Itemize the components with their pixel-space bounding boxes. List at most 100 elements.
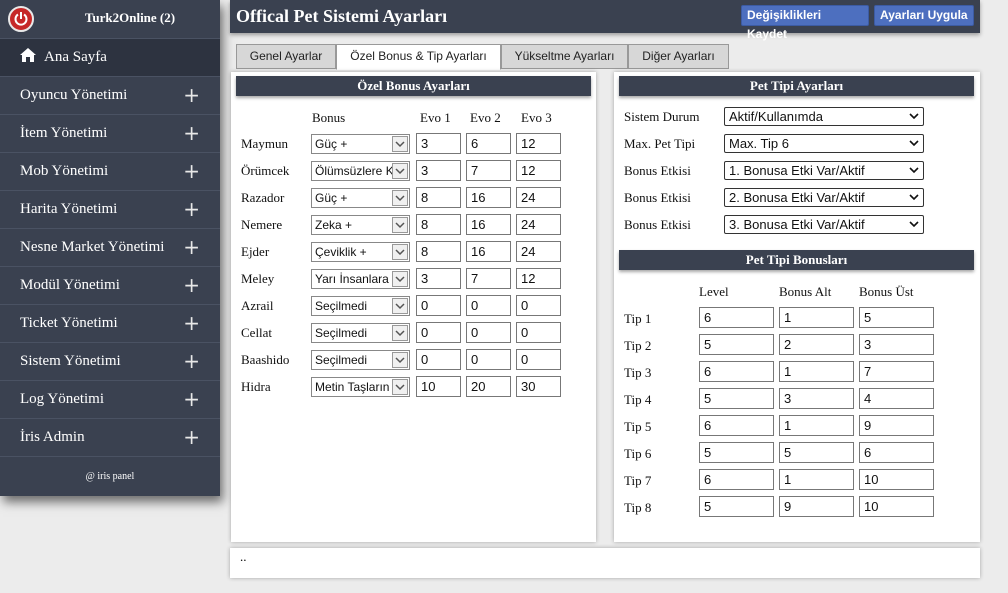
evo3-input[interactable]: 0 (516, 349, 561, 370)
evo3-input[interactable]: 24 (516, 241, 561, 262)
evo1-input[interactable]: 0 (416, 349, 461, 370)
level-input[interactable]: 5 (699, 388, 774, 409)
evo1-input[interactable]: 3 (416, 160, 461, 181)
tab-ozel-bonus[interactable]: Özel Bonus & Tip Ayarları (336, 44, 501, 70)
plus-icon[interactable]: + (183, 343, 200, 380)
level-input[interactable]: 6 (699, 307, 774, 328)
sidebar-item-label: Oyuncu Yönetimi (20, 87, 128, 103)
bonus-ust-input[interactable]: 10 (859, 469, 934, 490)
level-input[interactable]: 6 (699, 415, 774, 436)
sidebar-item-label: İtem Yönetimi (20, 125, 108, 141)
bonus-alt-input[interactable]: 3 (779, 388, 854, 409)
plus-icon[interactable]: + (183, 381, 200, 418)
sidebar-item-mob[interactable]: Mob Yönetimi + (0, 152, 220, 190)
plus-icon[interactable]: + (183, 267, 200, 304)
bonus-ust-input[interactable]: 6 (859, 442, 934, 463)
sidebar-item-item[interactable]: İtem Yönetimi + (0, 114, 220, 152)
bonus-effect-1-select[interactable]: 1. Bonusa Etki Var/Aktif (724, 161, 924, 180)
power-icon[interactable] (8, 6, 34, 32)
bonus-select[interactable]: Seçilmedi (311, 323, 410, 343)
evo1-input[interactable]: 8 (416, 214, 461, 235)
plus-icon[interactable]: + (183, 419, 200, 456)
evo2-input[interactable]: 6 (466, 133, 511, 154)
plus-icon[interactable]: + (183, 77, 200, 114)
evo3-input[interactable]: 12 (516, 160, 561, 181)
evo1-input[interactable]: 3 (416, 133, 461, 154)
bonus-ust-input[interactable]: 10 (859, 496, 934, 517)
level-input[interactable]: 5 (699, 496, 774, 517)
evo2-input[interactable]: 16 (466, 214, 511, 235)
tab-diger[interactable]: Diğer Ayarları (628, 44, 729, 69)
plus-icon[interactable]: + (183, 191, 200, 228)
evo3-input[interactable]: 24 (516, 187, 561, 208)
system-status-select[interactable]: Aktif/Kullanımda (724, 107, 924, 126)
bonus-ust-input[interactable]: 5 (859, 307, 934, 328)
evo2-input[interactable]: 0 (466, 322, 511, 343)
bonus-alt-input[interactable]: 1 (779, 307, 854, 328)
evo2-input[interactable]: 0 (466, 295, 511, 316)
evo2-input[interactable]: 7 (466, 268, 511, 289)
tab-genel-ayarlar[interactable]: Genel Ayarlar (236, 44, 336, 69)
bonus-select[interactable]: Ölümsüzlere K (311, 161, 410, 181)
bonus-select[interactable]: Seçilmedi (311, 296, 410, 316)
bonus-select[interactable]: Güç + (311, 134, 410, 154)
bonus-ust-input[interactable]: 9 (859, 415, 934, 436)
tab-yukseltme[interactable]: Yükseltme Ayarları (501, 44, 628, 69)
sidebar-item-iris-admin[interactable]: İris Admin + (0, 418, 220, 456)
level-input[interactable]: 5 (699, 442, 774, 463)
evo3-input[interactable]: 12 (516, 133, 561, 154)
evo2-input[interactable]: 16 (466, 241, 511, 262)
evo2-input[interactable]: 7 (466, 160, 511, 181)
bonus-ust-input[interactable]: 3 (859, 334, 934, 355)
plus-icon[interactable]: + (183, 229, 200, 266)
evo2-input[interactable]: 0 (466, 349, 511, 370)
evo1-input[interactable]: 0 (416, 295, 461, 316)
evo2-input[interactable]: 20 (466, 376, 511, 397)
bonus-effect-3-select[interactable]: 3. Bonusa Etki Var/Aktif (724, 215, 924, 234)
sidebar-item-modul[interactable]: Modül Yönetimi + (0, 266, 220, 304)
bonus-select[interactable]: Zeka + (311, 215, 410, 235)
max-pet-type-select[interactable]: Max. Tip 6 (724, 134, 924, 153)
evo3-input[interactable]: 30 (516, 376, 561, 397)
plus-icon[interactable]: + (183, 305, 200, 342)
bonus-alt-input[interactable]: 1 (779, 361, 854, 382)
evo3-input[interactable]: 12 (516, 268, 561, 289)
bonus-effect-2-select[interactable]: 2. Bonusa Etki Var/Aktif (724, 188, 924, 207)
level-input[interactable]: 6 (699, 469, 774, 490)
sidebar-item-nesne-market[interactable]: Nesne Market Yönetimi + (0, 228, 220, 266)
bonus-alt-input[interactable]: 9 (779, 496, 854, 517)
bonus-select[interactable]: Metin Taşların (311, 377, 410, 397)
bonus-alt-input[interactable]: 1 (779, 469, 854, 490)
evo1-input[interactable]: 8 (416, 187, 461, 208)
sidebar-item-ticket[interactable]: Ticket Yönetimi + (0, 304, 220, 342)
evo1-input[interactable]: 3 (416, 268, 461, 289)
bonus-ust-input[interactable]: 4 (859, 388, 934, 409)
level-input[interactable]: 6 (699, 361, 774, 382)
sidebar-item-harita[interactable]: Harita Yönetimi + (0, 190, 220, 228)
sidebar-item-ana-sayfa[interactable]: Ana Sayfa (0, 38, 220, 76)
evo3-input[interactable]: 24 (516, 214, 561, 235)
bonus-alt-input[interactable]: 1 (779, 415, 854, 436)
evo3-input[interactable]: 0 (516, 322, 561, 343)
level-input[interactable]: 5 (699, 334, 774, 355)
bonus-select[interactable]: Seçilmedi (311, 350, 410, 370)
bonus-select[interactable]: Güç + (311, 188, 410, 208)
bonus-alt-input[interactable]: 5 (779, 442, 854, 463)
apply-settings-button[interactable]: Ayarları Uygula (874, 5, 974, 26)
bonus-select[interactable]: Yarı İnsanlara (311, 269, 410, 289)
evo1-input[interactable]: 10 (416, 376, 461, 397)
sidebar-item-log[interactable]: Log Yönetimi + (0, 380, 220, 418)
bonus-select-value: Seçilmedi (315, 299, 368, 313)
sidebar-item-sistem[interactable]: Sistem Yönetimi + (0, 342, 220, 380)
bonus-ust-input[interactable]: 7 (859, 361, 934, 382)
save-changes-button[interactable]: Değişiklikleri Kaydet (741, 5, 869, 41)
evo1-input[interactable]: 8 (416, 241, 461, 262)
plus-icon[interactable]: + (183, 115, 200, 152)
evo2-input[interactable]: 16 (466, 187, 511, 208)
bonus-alt-input[interactable]: 2 (779, 334, 854, 355)
evo3-input[interactable]: 0 (516, 295, 561, 316)
evo1-input[interactable]: 0 (416, 322, 461, 343)
plus-icon[interactable]: + (183, 153, 200, 190)
bonus-select[interactable]: Çeviklik + (311, 242, 410, 262)
sidebar-item-oyuncu[interactable]: Oyuncu Yönetimi + (0, 76, 220, 114)
